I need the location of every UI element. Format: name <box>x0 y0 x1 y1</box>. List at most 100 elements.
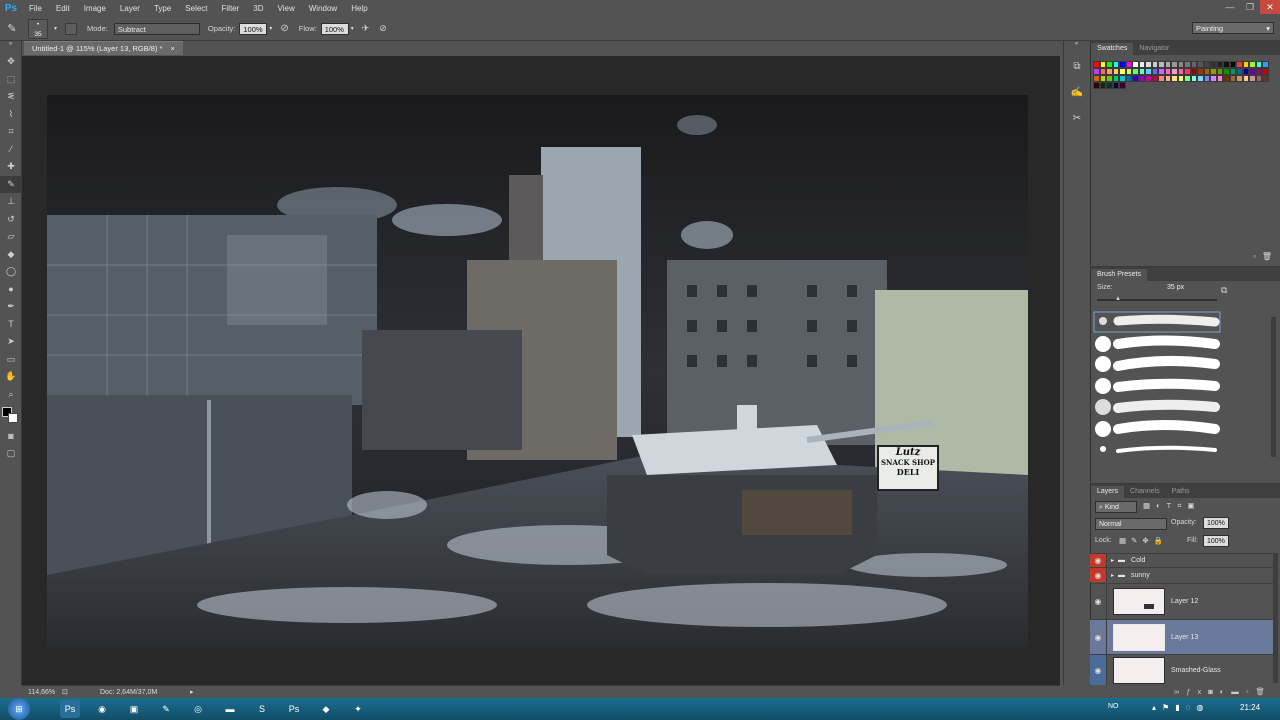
blend-mode-select[interactable]: Normal <box>1095 518 1167 530</box>
marquee-tool-icon[interactable]: ⬚ <box>0 71 22 89</box>
menu-select[interactable]: Select <box>178 0 214 17</box>
color-swatch[interactable] <box>1262 68 1269 75</box>
skype-icon[interactable]: S <box>252 700 272 718</box>
history-brush-tool-icon[interactable]: ↺ <box>0 211 22 229</box>
shape-tool-icon[interactable]: ▭ <box>0 351 22 369</box>
chrome-icon[interactable]: ◎ <box>188 700 208 718</box>
collapse-icon[interactable]: « <box>1064 41 1089 53</box>
close-button[interactable]: ✕ <box>1260 0 1280 14</box>
media-player-icon[interactable]: ◉ <box>92 700 112 718</box>
expand-arrow-icon[interactable]: ▸ <box>1111 572 1114 579</box>
menu-image[interactable]: Image <box>77 0 113 17</box>
workspace-select[interactable]: Painting ▾ <box>1192 22 1274 34</box>
photoshop-taskbar-icon[interactable]: Ps <box>60 700 80 718</box>
hand-tool-icon[interactable]: ✋ <box>0 368 22 386</box>
visibility-eye-icon[interactable]: ◉ <box>1090 554 1107 567</box>
flow-dropdown-icon[interactable]: ▾ <box>351 25 354 32</box>
brush-size-input[interactable]: 35 px <box>1167 282 1207 293</box>
tool-app-icon[interactable]: ✎ <box>156 700 176 718</box>
minimize-button[interactable]: — <box>1220 0 1240 14</box>
history-panel-icon[interactable]: ⧉ <box>1064 53 1090 79</box>
eraser-tool-icon[interactable]: ▱ <box>0 228 22 246</box>
menu-3d[interactable]: 3D <box>246 0 270 17</box>
tab-navigator[interactable]: Navigator <box>1133 43 1175 55</box>
flow-input[interactable]: 100% <box>320 22 349 35</box>
mode-select[interactable]: Subtract <box>113 22 200 35</box>
pressure-opacity-icon[interactable]: ⊘ <box>280 23 288 34</box>
layer-filter-select[interactable]: ⌕ Kind <box>1095 501 1137 513</box>
color-swatch[interactable] <box>1262 61 1269 68</box>
folder-icon[interactable]: ▬ <box>220 700 240 718</box>
crop-tool-icon[interactable]: ⌗ <box>0 123 22 141</box>
app-icon[interactable]: ✦ <box>348 700 368 718</box>
brush-panel-icon[interactable]: ⧉ <box>1221 285 1227 296</box>
fill-input[interactable]: 100% <box>1203 535 1229 547</box>
pressure-size-icon[interactable]: ⊘ <box>379 23 387 34</box>
taskbar-clock[interactable]: 21:24 <box>1240 703 1260 712</box>
color-swatch[interactable] <box>1262 75 1269 82</box>
document-tab[interactable]: Untitled-1 @ 115% (Layer 13, RGB/8) * × <box>24 41 183 55</box>
brush-preset-picker[interactable]: • 35 <box>28 18 48 39</box>
pen-tool-icon[interactable]: ✒ <box>0 298 22 316</box>
paint-bucket-tool-icon[interactable]: ◆ <box>0 246 22 264</box>
expand-arrow-icon[interactable]: ▸ <box>1111 557 1114 564</box>
color-swatch[interactable] <box>1119 82 1126 89</box>
lock-icons[interactable]: ▦✎✥🔒 <box>1119 536 1168 545</box>
layer-group-row[interactable]: ◉ ▸ ▬ Cold <box>1090 553 1274 567</box>
screen-mode-icon[interactable]: ▢ <box>0 445 22 463</box>
image-canvas[interactable]: Lutz SNACK SHOP DELI <box>47 95 1028 647</box>
tab-layers[interactable]: Layers <box>1091 486 1125 498</box>
menu-type[interactable]: Type <box>147 0 178 17</box>
tab-channels[interactable]: Channels <box>1124 486 1166 498</box>
healing-brush-tool-icon[interactable]: ✚ <box>0 158 22 176</box>
cube-app-icon[interactable]: ▣ <box>124 700 144 718</box>
slider-thumb-icon[interactable]: ▲ <box>1115 296 1121 302</box>
menu-window[interactable]: Window <box>302 0 344 17</box>
photoshop-taskbar-icon[interactable]: Ps <box>284 700 304 718</box>
tab-brush-presets[interactable]: Brush Presets <box>1091 269 1147 281</box>
quick-select-tool-icon[interactable]: ⌇ <box>0 106 22 124</box>
tab-paths[interactable]: Paths <box>1166 486 1196 498</box>
opacity-dropdown-icon[interactable]: ▾ <box>269 25 272 32</box>
close-icon[interactable]: × <box>171 44 175 53</box>
clone-stamp-tool-icon[interactable]: ⊥ <box>0 193 22 211</box>
language-indicator[interactable]: NO <box>1108 703 1119 710</box>
app-icon[interactable]: ◆ <box>316 700 336 718</box>
layer-opacity-input[interactable]: 100% <box>1203 517 1229 529</box>
layers-scrollbar[interactable] <box>1273 553 1278 683</box>
dodge-tool-icon[interactable]: ● <box>0 281 22 299</box>
layer-row[interactable]: ◉ Layer 12 <box>1090 583 1274 619</box>
collapse-icon[interactable]: » <box>0 41 21 53</box>
menu-filter[interactable]: Filter <box>215 0 247 17</box>
background-color-swatch[interactable] <box>8 413 18 423</box>
menu-view[interactable]: View <box>271 0 302 17</box>
visibility-eye-icon[interactable]: ◉ <box>1090 655 1107 685</box>
brush-size-slider[interactable]: ▲ <box>1097 296 1217 302</box>
eyedropper-tool-icon[interactable]: ⁄ <box>0 141 22 159</box>
path-selection-tool-icon[interactable]: ➤ <box>0 333 22 351</box>
delete-icon[interactable]: 🗑 <box>1262 252 1272 261</box>
visibility-eye-icon[interactable]: ◉ <box>1090 584 1107 619</box>
visibility-eye-icon[interactable]: ◉ <box>1090 620 1107 654</box>
layer-action-icons[interactable]: ∞ƒx◙◐▬▫🗑 <box>1090 685 1280 698</box>
tools-panel-icon[interactable]: ✂ <box>1064 105 1090 131</box>
lasso-tool-icon[interactable]: ᓬ <box>0 88 22 106</box>
blur-tool-icon[interactable]: ◯ <box>0 263 22 281</box>
brush-tool-icon[interactable]: ✎ <box>0 22 24 35</box>
move-tool-icon[interactable]: ✥ <box>0 53 22 71</box>
brush-list-scrollbar[interactable] <box>1271 317 1276 457</box>
menu-layer[interactable]: Layer <box>113 0 147 17</box>
chevron-down-icon[interactable]: ▾ <box>54 25 57 32</box>
airbrush-icon[interactable]: ✈ <box>362 23 370 34</box>
start-button[interactable]: ⊞ <box>8 698 30 720</box>
maximize-button[interactable]: ❐ <box>1240 0 1260 14</box>
brush-tool-icon[interactable]: ✎ <box>0 175 22 193</box>
layer-row-selected[interactable]: ◉ Layer 13 <box>1090 619 1274 654</box>
visibility-eye-icon[interactable]: ◉ <box>1090 568 1107 582</box>
new-swatch-icon[interactable]: ▫ <box>1253 252 1256 261</box>
menu-help[interactable]: Help <box>344 0 374 17</box>
brush-panel-toggle-icon[interactable] <box>65 22 78 35</box>
tray-icons[interactable]: ▴⚑▮◌◍ <box>1152 703 1209 712</box>
menu-file[interactable]: File <box>22 0 49 17</box>
layer-filter-icons[interactable]: ▦◐T⌗▣ <box>1143 501 1201 511</box>
